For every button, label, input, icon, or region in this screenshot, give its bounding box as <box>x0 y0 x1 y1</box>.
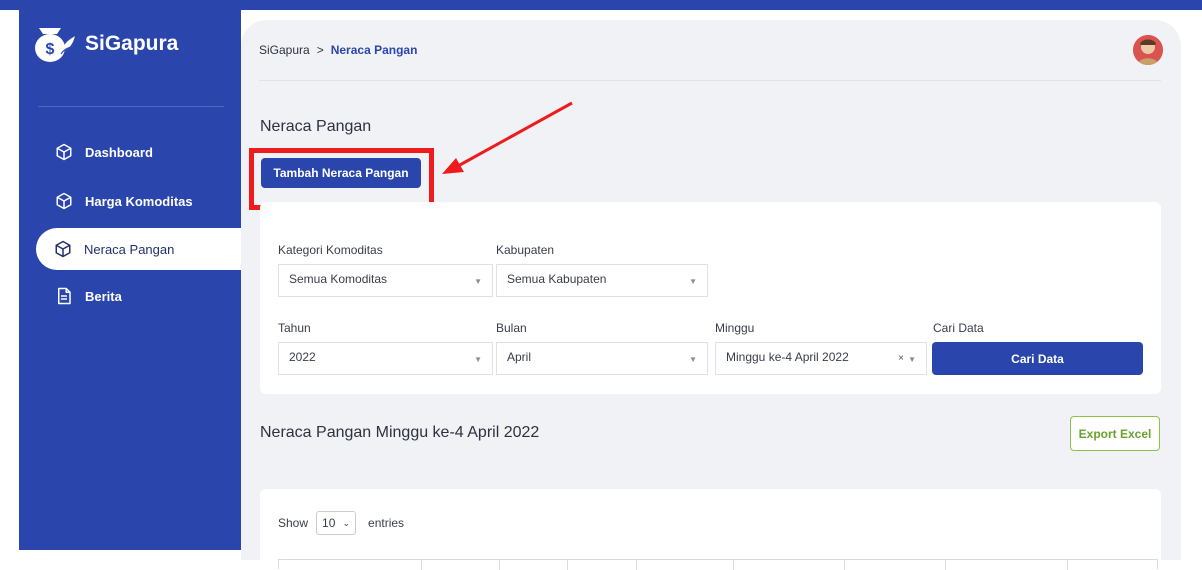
tahun-label: Tahun <box>278 321 311 335</box>
sidebar-item-label: Dashboard <box>85 144 153 160</box>
column-divider <box>567 560 568 570</box>
minggu-value: Minggu ke-4 April 2022 <box>726 350 849 364</box>
add-neraca-pangan-button[interactable]: Tambah Neraca Pangan <box>261 158 421 188</box>
sidebar-item-berita[interactable]: Berita <box>37 275 122 317</box>
brand-divider <box>38 106 224 107</box>
table-card: Show 10 ⌄ entries <box>260 489 1161 570</box>
breadcrumb-root[interactable]: SiGapura <box>259 43 310 57</box>
bulan-select[interactable]: April ▼ <box>496 342 708 375</box>
breadcrumb: SiGapura > Neraca Pangan <box>259 43 417 57</box>
column-divider <box>636 560 637 570</box>
sidebar-item-harga-komoditas[interactable]: Harga Komoditas <box>37 180 193 222</box>
column-divider <box>844 560 845 570</box>
cube-icon <box>55 143 73 161</box>
svg-text:$: $ <box>46 41 55 58</box>
column-divider <box>733 560 734 570</box>
page-length-value: 10 <box>322 516 336 530</box>
brand[interactable]: $ SiGapura <box>31 22 178 66</box>
bulan-label: Bulan <box>496 321 527 335</box>
main-content: SiGapura > Neraca Pangan Neraca Pangan Tam… <box>241 20 1181 570</box>
chevron-down-icon: ▼ <box>474 355 482 364</box>
sidebar-item-label: Harga Komoditas <box>85 193 193 209</box>
clear-icon[interactable]: × <box>898 353 904 364</box>
sidebar-item-dashboard[interactable]: Dashboard <box>37 131 153 173</box>
kategori-label: Kategori Komoditas <box>278 243 383 257</box>
chevron-down-icon: ▼ <box>689 355 697 364</box>
minggu-label: Minggu <box>715 321 755 335</box>
kabupaten-select[interactable]: Semua Kabupaten ▼ <box>496 264 708 297</box>
cube-icon <box>55 192 73 210</box>
search-button[interactable]: Cari Data <box>932 342 1143 375</box>
money-bag-leaf-icon: $ <box>31 22 77 66</box>
cube-icon <box>54 240 72 258</box>
page-length-select[interactable]: 10 ⌄ <box>316 511 357 535</box>
sidebar-item-neraca-pangan[interactable]: Neraca Pangan <box>36 228 241 270</box>
kabupaten-label: Kabupaten <box>496 243 555 257</box>
chevron-down-icon: ▼ <box>689 277 697 286</box>
breadcrumb-divider <box>259 80 1161 81</box>
top-bar <box>0 0 1202 10</box>
chevron-down-icon: ▼ <box>474 277 482 286</box>
chevron-down-icon: ▼ <box>908 355 916 364</box>
breadcrumb-current: Neraca Pangan <box>330 43 418 57</box>
minggu-select[interactable]: Minggu ke-4 April 2022 × ▼ <box>715 342 927 375</box>
kategori-value: Semua Komoditas <box>289 272 388 286</box>
sidebar-item-label: Berita <box>85 288 122 304</box>
document-icon <box>55 287 73 305</box>
results-title: Neraca Pangan Minggu ke-4 April 2022 <box>260 424 540 441</box>
kabupaten-value: Semua Kabupaten <box>507 272 607 286</box>
show-label: Show <box>278 516 309 530</box>
page-length-control: Show 10 ⌄ entries <box>278 511 404 535</box>
filter-card: Kategori Komoditas Semua Komoditas ▼ Kab… <box>260 202 1161 394</box>
page-title: Neraca Pangan <box>260 118 372 135</box>
kategori-select[interactable]: Semua Komoditas ▼ <box>278 264 493 297</box>
column-divider <box>1067 560 1068 570</box>
brand-name: SiGapura <box>85 32 179 55</box>
tahun-value: 2022 <box>289 350 316 364</box>
chevron-down-icon: ⌄ <box>342 517 351 528</box>
bulan-value: April <box>507 350 532 364</box>
column-divider <box>499 560 500 570</box>
sidebar-item-label: Neraca Pangan <box>84 241 175 257</box>
column-divider <box>945 560 946 570</box>
breadcrumb-separator: > <box>316 43 324 57</box>
avatar[interactable] <box>1133 35 1163 65</box>
column-divider <box>421 560 422 570</box>
cari-data-label: Cari Data <box>933 321 984 335</box>
export-excel-button[interactable]: Export Excel <box>1070 416 1160 451</box>
table-header <box>278 559 1158 570</box>
entries-label: entries <box>368 516 405 530</box>
tahun-select[interactable]: 2022 ▼ <box>278 342 493 375</box>
